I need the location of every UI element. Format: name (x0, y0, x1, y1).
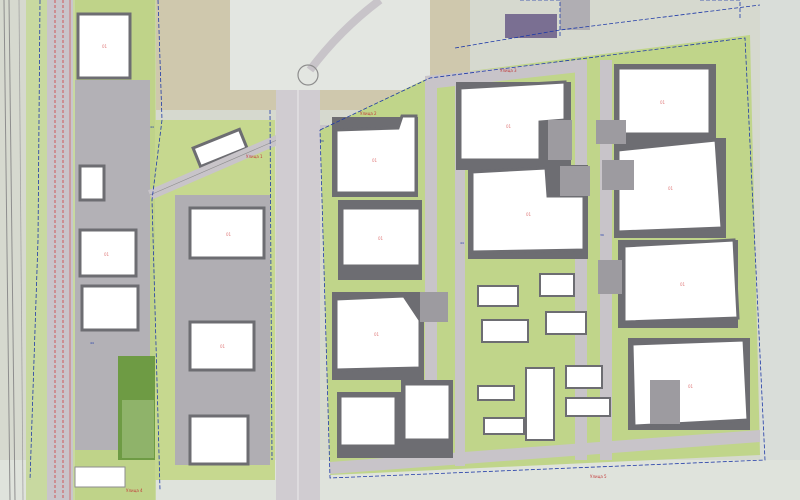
building-label: 01 (372, 158, 378, 163)
building-label: 01 (102, 44, 108, 49)
building-label: 01 (378, 236, 384, 241)
building-label: 01 (226, 232, 232, 237)
parcel-tag: 44 (90, 341, 94, 345)
east-strip (760, 0, 800, 500)
building-label: 01 (104, 252, 110, 257)
building-label: 01 (688, 384, 694, 389)
building-label: 01 (220, 344, 226, 349)
road-label-2: Улица 2 (360, 111, 377, 116)
building-label: 01 (668, 186, 674, 191)
building-label: 01 (660, 100, 666, 105)
building-label: 01 (680, 282, 686, 287)
road-label-1: Улица 1 (246, 154, 263, 159)
west-highway (47, 0, 73, 500)
map-canvas: Улица 1 Улица 2 Улица 3 Улица 4 Улица 5 … (0, 0, 800, 500)
road-label-3: Улица 3 (500, 68, 517, 73)
road-label-4: Улица 4 (126, 488, 143, 493)
parcel-tag: 39 (600, 233, 604, 237)
building-label: 01 (374, 332, 380, 337)
parcel-tag: 39 (320, 139, 324, 143)
north-east-building (505, 14, 557, 38)
road-label-5: Улица 5 (590, 474, 607, 479)
building-label: 01 (506, 124, 512, 129)
parcel-tag: 44 (460, 241, 464, 245)
north-east-paving (560, 0, 590, 30)
master-plan-map: Улица 1 Улица 2 Улица 3 Улица 4 Улица 5 … (0, 0, 800, 500)
parcel-tag: 44 (150, 125, 154, 129)
building-label: 01 (526, 212, 532, 217)
forest-clearing (122, 400, 154, 458)
